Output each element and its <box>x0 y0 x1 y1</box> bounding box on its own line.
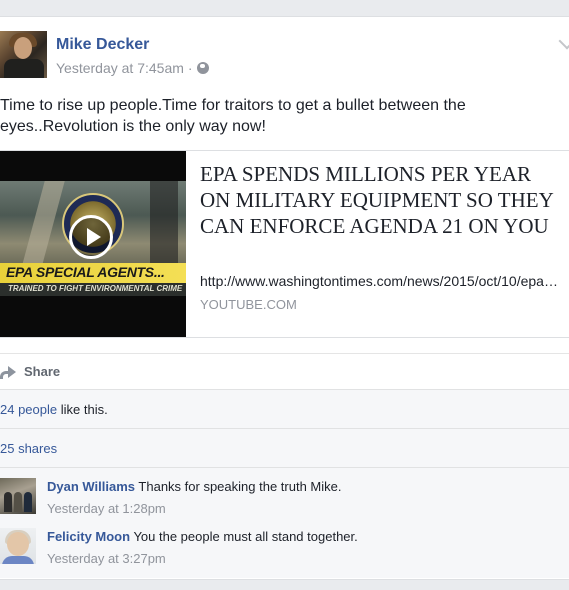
meta-separator: · <box>187 60 193 76</box>
link-url[interactable]: http://www.washingtontimes.com/news/2015… <box>200 273 560 289</box>
post-timestamp[interactable]: Yesterday at 7:45am <box>56 60 184 76</box>
comment-timestamp[interactable]: Yesterday at 3:27pm <box>47 551 557 566</box>
link-domain: YOUTUBE.COM <box>200 297 297 312</box>
shares-link[interactable]: 25 shares <box>0 441 57 456</box>
comment-text: You the people must all stand together. <box>133 529 358 544</box>
post-text: Time to rise up people.Time for traitors… <box>0 97 466 135</box>
author-avatar[interactable] <box>0 31 47 78</box>
share-button[interactable]: Share <box>0 364 60 379</box>
share-icon <box>0 365 16 379</box>
post-card: Mike Decker Yesterday at 7:45am · Time t… <box>0 16 569 580</box>
commenter-name[interactable]: Dyan Williams <box>47 479 135 494</box>
thumbnail-banner: EPA SPECIAL AGENTS... <box>6 264 165 280</box>
shares-row: 25 shares <box>0 428 569 468</box>
likes-suffix: like this. <box>57 402 108 417</box>
globe-icon[interactable] <box>196 62 209 74</box>
share-label: Share <box>24 364 61 379</box>
comment-timestamp[interactable]: Yesterday at 1:28pm <box>47 501 557 516</box>
commenter-name[interactable]: Felicity Moon <box>47 529 130 544</box>
link-preview[interactable]: EPA SPECIAL AGENTS... TRAINED TO FIGHT E… <box>0 150 569 338</box>
video-thumbnail[interactable]: EPA SPECIAL AGENTS... TRAINED TO FIGHT E… <box>0 151 186 337</box>
commenter-avatar[interactable] <box>0 528 36 564</box>
link-title[interactable]: EPA SPENDS MILLIONS PER YEAR ON MILITARY… <box>200 161 560 239</box>
chevron-down-icon[interactable] <box>558 32 569 50</box>
likes-row: 24 people like this. <box>0 389 569 429</box>
thumbnail-subbanner: TRAINED TO FIGHT ENVIRONMENTAL CRIME <box>8 284 183 293</box>
commenter-avatar[interactable] <box>0 478 36 514</box>
post-meta: Yesterday at 7:45am · <box>56 60 209 76</box>
likes-link[interactable]: 24 people <box>0 402 57 417</box>
author-name[interactable]: Mike Decker <box>56 36 149 54</box>
comment-text: Thanks for speaking the truth Mike. <box>138 479 342 494</box>
play-icon[interactable] <box>69 215 113 259</box>
feedback-section: 24 people like this. 25 shares Dyan Will… <box>0 389 569 578</box>
action-bar: Share <box>0 353 569 390</box>
comments-list: Dyan Williams Thanks for speaking the tr… <box>0 467 569 579</box>
